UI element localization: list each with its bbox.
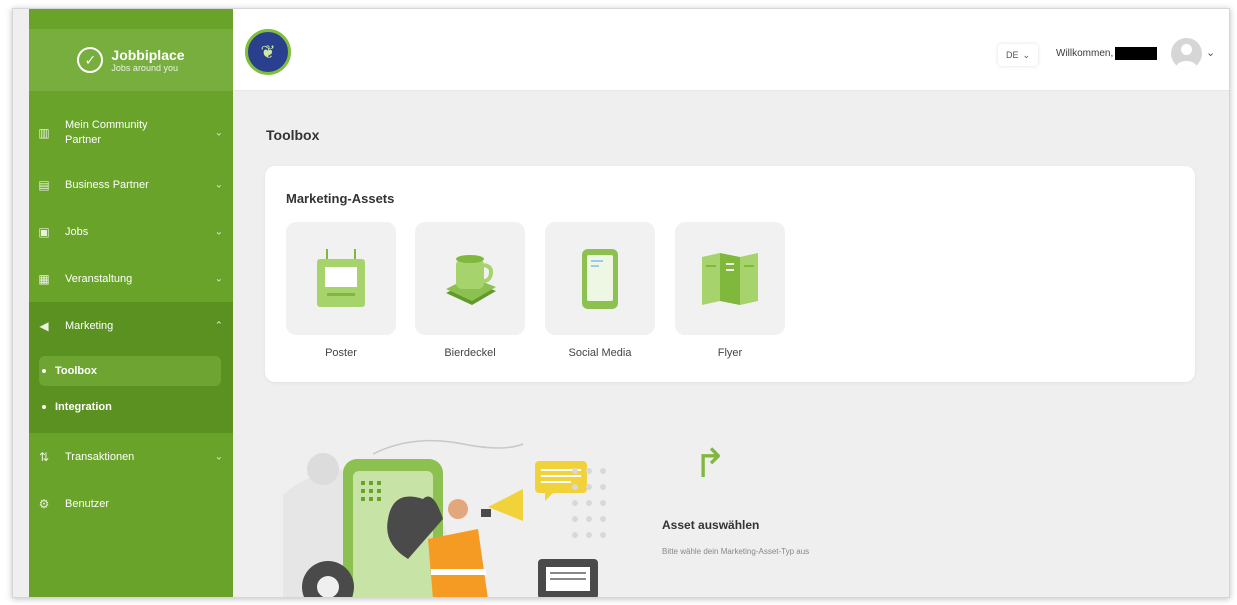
top-bar: ❦ DE ⌄ Willkommen, ⌄: [233, 9, 1229, 91]
buildings-icon: ▥: [38, 125, 50, 140]
poster-icon: [317, 248, 365, 307]
user-menu-chevron-icon[interactable]: ⌄: [1206, 46, 1215, 59]
sidebar-item-marketing[interactable]: ◀ Marketing ⌃: [29, 302, 233, 349]
sidebar-item-label: Veranstaltung: [65, 272, 133, 285]
sidebar-item-community-partner[interactable]: ▥ Mein Community Partner ⌄: [29, 105, 233, 161]
megaphone-icon: ◀: [39, 318, 49, 333]
asset-label: Flyer: [717, 347, 743, 359]
sidebar-item-label: Mein Community Partner: [65, 119, 148, 146]
chevron-down-icon: ⌄: [214, 179, 223, 190]
asset-tile[interactable]: [286, 222, 396, 335]
asset-tile[interactable]: [675, 222, 785, 335]
sidebar-subitem-toolbox[interactable]: Toolbox: [39, 356, 221, 386]
avatar-body-icon: [1176, 61, 1197, 69]
page-title: Toolbox: [266, 127, 320, 143]
sidebar-item-label: Benutzer: [65, 497, 110, 510]
sidebar: ✓ Jobbiplace Jobs around you ▥ Mein Comm…: [29, 9, 233, 597]
language-select[interactable]: DE ⌄: [998, 44, 1039, 66]
building-icon: ▤: [38, 177, 50, 192]
calendar-icon: ▦: [38, 271, 50, 286]
sidebar-item-business-partner[interactable]: ▤ Business Partner ⌄: [29, 161, 233, 208]
card-title: Marketing-Assets: [286, 191, 395, 206]
users-settings-icon: ⚙: [38, 496, 50, 511]
curved-arrow-up-icon: ↱: [693, 442, 727, 486]
marketing-assets-card: Marketing-Assets Poster Bierdeckel Socia…: [265, 166, 1195, 382]
chevron-down-icon: ⌄: [214, 273, 223, 284]
sidebar-item-label: Marketing: [65, 319, 114, 332]
chevron-down-icon: ⌄: [214, 451, 223, 462]
chevron-down-icon: ⌄: [1022, 49, 1031, 60]
asset-label: Bierdeckel: [444, 347, 496, 359]
avatar[interactable]: [1171, 38, 1202, 69]
empty-state-subtitle: Bitte wähle dein Marketing-Asset-Typ aus: [662, 547, 810, 556]
sidebar-item-jobs[interactable]: ▣ Jobs ⌄: [29, 208, 233, 255]
chevron-down-icon: ⌄: [214, 127, 223, 139]
sidebar-item-benutzer[interactable]: ⚙ Benutzer: [29, 480, 233, 527]
sidebar-nav: ▥ Mein Community Partner ⌄ ▤ Business Pa…: [29, 105, 233, 527]
asset-tile[interactable]: [415, 222, 525, 335]
brand-logo[interactable]: ✓ Jobbiplace Jobs around you: [29, 29, 233, 91]
asset-social-media[interactable]: Social Media: [545, 222, 655, 359]
sidebar-item-label: Transaktionen: [65, 450, 135, 463]
marketing-illustration: [283, 439, 606, 597]
empty-state-title: Asset auswählen: [662, 518, 760, 532]
brand-name: Jobbiplace: [111, 46, 185, 63]
asset-flyer[interactable]: Flyer: [675, 222, 785, 359]
sidebar-item-label: Jobs: [65, 225, 89, 238]
chevron-down-icon: ⌄: [214, 226, 223, 237]
welcome-text: Willkommen,: [1056, 47, 1158, 60]
welcome-label: Willkommen,: [1056, 48, 1114, 59]
sidebar-subitem-integration[interactable]: Integration: [39, 392, 221, 422]
jobbiplace-logo-icon: ✓: [77, 47, 104, 73]
chevron-up-icon: ⌃: [214, 320, 223, 331]
transfer-arrows-icon: ⇅: [38, 449, 50, 464]
sidebar-item-veranstaltung[interactable]: ▦ Veranstaltung ⌄: [29, 255, 233, 302]
flyer-icon: [702, 252, 758, 305]
avatar-head-icon: [1181, 44, 1192, 55]
briefcase-icon: ▣: [38, 224, 50, 239]
phone-icon: [582, 248, 618, 309]
asset-label: Social Media: [568, 347, 632, 359]
sidebar-item-transaktionen[interactable]: ⇅ Transaktionen ⌄: [29, 433, 233, 480]
organization-logo-icon[interactable]: ❦: [245, 29, 291, 75]
redacted-username: [1115, 47, 1158, 60]
language-value: DE: [1006, 50, 1019, 60]
coaster-cup-icon: [446, 254, 496, 305]
brand-tagline: Jobs around you: [111, 62, 178, 73]
asset-bierdeckel[interactable]: Bierdeckel: [415, 222, 525, 359]
asset-poster[interactable]: Poster: [286, 222, 396, 359]
asset-tile[interactable]: [545, 222, 655, 335]
app-window: ✓ Jobbiplace Jobs around you ▥ Mein Comm…: [12, 8, 1230, 598]
sidebar-item-label: Business Partner: [65, 178, 149, 191]
asset-label: Poster: [325, 347, 357, 359]
marketing-submenu: Toolbox Integration: [29, 349, 233, 433]
